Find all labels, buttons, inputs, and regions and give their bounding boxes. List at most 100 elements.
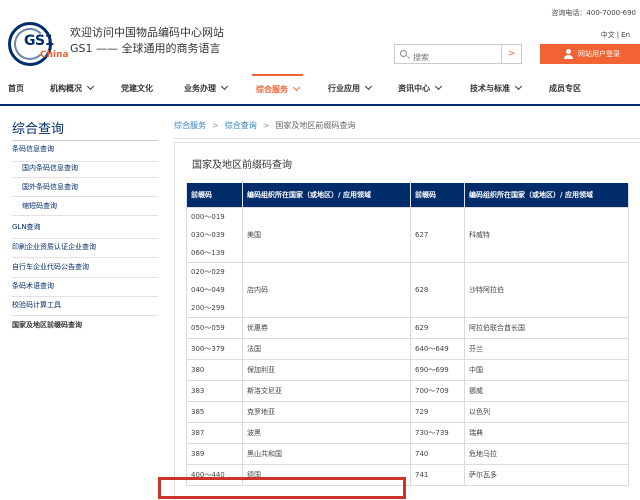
sidebar-title: 综合查询: [12, 122, 65, 137]
prefix-range: 200～299: [191, 303, 225, 312]
table-header-row: 前缀码 编码组织所在国家（或地区）/ 应用领域 前缀码 编码组织所在国家（或地区…: [186, 183, 629, 207]
nav-item[interactable]: 技术与标准: [470, 74, 523, 104]
prefix-range: 300～379: [191, 344, 225, 353]
table-row: 389 黑山共和国 740 危地马拉: [186, 442, 629, 465]
search-button[interactable]: >: [502, 44, 522, 64]
hotline-text: 咨询电话：400-7000-690: [551, 9, 636, 17]
prefix-cell: 385: [186, 400, 243, 423]
prefix-cell: 629: [410, 316, 465, 339]
prefix-range: 000～019: [191, 212, 225, 221]
prefix-cell: 640～649: [410, 337, 465, 360]
prefix-cell: 050～059: [186, 316, 243, 339]
table-row: 020～029 040～049 200～299 店内码 628 沙特阿拉伯: [186, 261, 629, 318]
nav-item[interactable]: 成员专区: [549, 74, 581, 104]
country-cell: 科威特: [464, 206, 629, 263]
column-header-prefix: 前缀码: [186, 183, 243, 207]
country-cell: 以色列: [464, 400, 629, 423]
prefix-table: 前缀码 编码组织所在国家（或地区）/ 应用领域 前缀码 编码组织所在国家（或地区…: [186, 183, 629, 486]
prefix-cell: 627: [410, 206, 465, 263]
sidebar-item[interactable]: 校验码计算工具: [12, 300, 61, 310]
prefix-cell: 389: [186, 442, 243, 465]
country-cell: 萨尔瓦多: [464, 463, 629, 486]
nav-item[interactable]: 行业应用: [328, 74, 373, 104]
sidebar-item[interactable]: 条码术语查询: [12, 281, 54, 291]
prefix-range: 060～139: [191, 248, 225, 257]
nav-item[interactable]: 资讯中心: [398, 74, 443, 104]
prefix-cell: 690～699: [410, 358, 465, 381]
prefix-range: 385: [191, 407, 205, 416]
prefix-range: 389: [191, 449, 205, 458]
column-header-country: 编码组织所在国家（或地区）/ 应用领域: [242, 183, 411, 207]
nav-item[interactable]: 机构概况: [50, 74, 95, 104]
sidebar-item[interactable]: 印刷企业资质认证企业查询: [12, 242, 96, 252]
logo-china: China: [40, 50, 69, 60]
breadcrumb-comprehensive-service[interactable]: 综合服务: [174, 121, 206, 130]
sidebar-divider: [12, 315, 158, 316]
table-row: 383 斯洛文尼亚 700～709 挪威: [186, 379, 629, 402]
prefix-cell: 380: [186, 358, 243, 381]
chevron-down-icon: [514, 82, 523, 91]
lang-chinese-link[interactable]: 中文: [599, 31, 617, 39]
prefix-range: 050～059: [191, 323, 225, 332]
user-icon: [564, 49, 573, 59]
sidebar-item[interactable]: GLN查询: [12, 222, 41, 232]
nav-item-label: 技术与标准: [470, 84, 510, 93]
nav-item-label: 首页: [8, 84, 24, 93]
country-cell: 危地马拉: [464, 442, 629, 465]
search-input[interactable]: [395, 48, 501, 67]
breadcrumb-current: 国家及地区前缀码查询: [275, 121, 356, 130]
table-row: 050～059 优惠券 629 阿拉伯联合酋长国: [186, 316, 629, 339]
prefix-cell: 300～379: [186, 337, 243, 360]
nav-item-label: 资讯中心: [398, 84, 430, 93]
prefix-cell: 000～019 030～039 060～139: [186, 206, 243, 263]
lang-english-link[interactable]: En: [619, 31, 632, 39]
highlight-annotation: [158, 477, 406, 499]
table-row: 387 波黑 730～739 瑞典: [186, 421, 629, 444]
sidebar-item[interactable]: 缩短码查询: [12, 197, 158, 216]
breadcrumb-divider: [174, 138, 640, 139]
welcome-text: 欢迎访问中国物品编码中心网站: [70, 26, 224, 39]
nav-item-label: 行业应用: [328, 84, 360, 93]
prefix-cell: 628: [410, 261, 465, 318]
sidebar-item[interactable]: 条码信息查询: [12, 144, 54, 154]
country-cell: 芬兰: [464, 337, 629, 360]
sidebar-item[interactable]: 国外条码信息查询: [12, 178, 158, 197]
prefix-cell: 729: [410, 400, 465, 423]
country-cell: 斯洛文尼亚: [242, 379, 411, 402]
site-header: GS1 China 欢迎访问中国物品编码中心网站 GS1 —— 全球通用的商务语…: [0, 0, 640, 74]
sidebar-divider: [12, 140, 158, 141]
nav-item[interactable]: 业务办理: [184, 74, 229, 104]
main-nav: 首页 机构概况 党建文化 业务办理 综合服务 行业应用 资讯中心 技术与标准 成员专区: [0, 74, 640, 106]
nav-item[interactable]: 党建文化: [121, 74, 153, 104]
table-row: 380 保加利亚 690～699 中国: [186, 358, 629, 381]
country-cell: 瑞典: [464, 421, 629, 444]
logo-text: GS1: [24, 33, 54, 49]
nav-item[interactable]: 首页: [8, 74, 24, 104]
nav-item-label: 党建文化: [121, 84, 153, 93]
prefix-range: 383: [191, 386, 205, 395]
prefix-cell: 020～029 040～049 200～299: [186, 261, 243, 318]
country-cell: 波黑: [242, 421, 411, 444]
prefix-cell: 383: [186, 379, 243, 402]
country-cell: 店内码: [242, 261, 411, 318]
page-title: 国家及地区前缀码查询: [192, 160, 292, 171]
search-box: [394, 44, 502, 67]
nav-item[interactable]: 综合服务: [252, 74, 303, 104]
table-row: 385 克罗地亚 729 以色列: [186, 400, 629, 423]
slogan-text: GS1 —— 全球通用的商务语言: [70, 42, 221, 55]
prefix-cell: 700～709: [410, 379, 465, 402]
table-row: 000～019 030～039 060～139 美国 627 科威特: [186, 206, 629, 263]
sidebar-item[interactable]: 自行车企业代码公告查询: [12, 262, 89, 272]
nav-item-label: 机构概况: [50, 84, 82, 93]
login-button[interactable]: 网站用户登录: [540, 44, 640, 64]
table-row: 300～379 法国 640～649 芬兰: [186, 337, 629, 360]
breadcrumb-comprehensive-query[interactable]: 综合查询: [225, 121, 257, 130]
country-cell: 沙特阿拉伯: [464, 261, 629, 318]
sidebar-divider: [12, 277, 158, 278]
country-cell: 优惠券: [242, 316, 411, 339]
sidebar-item[interactable]: 国家及地区前缀码查询: [12, 320, 82, 330]
country-cell: 挪威: [464, 379, 629, 402]
country-cell: 中国: [464, 358, 629, 381]
sidebar-divider: [12, 161, 158, 162]
column-header-prefix: 前缀码: [410, 183, 465, 207]
